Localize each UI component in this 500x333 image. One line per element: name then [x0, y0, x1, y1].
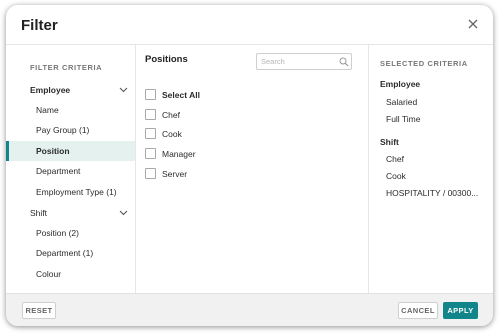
chevron-down-icon	[119, 87, 128, 93]
selected-criteria-heading: SELECTED CRITERIA	[380, 59, 468, 68]
options-panel-title: Positions	[145, 54, 188, 65]
dialog-header: Filter	[6, 5, 493, 45]
criteria-item-shift-position[interactable]: Position (2)	[6, 223, 135, 243]
criteria-item-employment-type[interactable]: Employment Type (1)	[6, 182, 135, 202]
checkbox[interactable]	[145, 128, 156, 139]
criteria-item-position[interactable]: Position	[6, 141, 135, 161]
reset-button[interactable]: RESET	[22, 302, 56, 319]
criteria-item-department[interactable]: Department	[6, 161, 135, 181]
selected-item: Cook	[386, 171, 406, 181]
option-label: Server	[162, 169, 188, 179]
criteria-item-name[interactable]: Name	[6, 100, 135, 120]
filter-dialog: Filter FILTER CRITERIA Employee Name Pay…	[6, 5, 493, 326]
apply-button[interactable]: APPLY	[443, 302, 478, 319]
selected-criteria-panel: SELECTED CRITERIA Employee Salaried Full…	[368, 45, 493, 293]
dialog-title: Filter	[21, 17, 58, 34]
filter-criteria-heading: FILTER CRITERIA	[30, 63, 103, 72]
selected-item: Chef	[386, 154, 404, 164]
option-label: Chef	[162, 110, 180, 120]
chevron-down-icon	[119, 210, 128, 216]
option-label: Select All	[162, 90, 200, 100]
checkbox[interactable]	[145, 89, 156, 100]
selected-group-shift: Shift	[380, 137, 399, 147]
criteria-group-label: Shift	[30, 208, 48, 218]
search-icon[interactable]	[339, 57, 349, 67]
checkbox[interactable]	[145, 168, 156, 179]
option-label: Manager	[162, 149, 196, 159]
selected-item: Salaried	[386, 97, 418, 107]
options-panel: Positions Select All Chef Cook Manager S…	[137, 45, 368, 293]
criteria-group-label: Employee	[30, 85, 71, 95]
selected-item: HOSPITALITY / 00300...	[386, 188, 479, 198]
checkbox[interactable]	[145, 148, 156, 159]
cancel-button[interactable]: CANCEL	[398, 302, 438, 319]
selected-item: Full Time	[386, 114, 421, 124]
option-label: Cook	[162, 129, 182, 139]
criteria-item-shift-department[interactable]: Department (1)	[6, 243, 135, 263]
dialog-footer: RESET CANCEL APPLY	[6, 293, 493, 326]
criteria-item-pay-group[interactable]: Pay Group (1)	[6, 120, 135, 140]
selected-group-employee: Employee	[380, 79, 421, 89]
criteria-group-employee[interactable]: Employee	[6, 80, 135, 100]
filter-criteria-panel: FILTER CRITERIA Employee Name Pay Group …	[6, 45, 136, 293]
criteria-item-colour[interactable]: Colour	[6, 264, 135, 284]
checkbox[interactable]	[145, 109, 156, 120]
search-input[interactable]	[256, 53, 352, 70]
close-icon[interactable]	[467, 18, 479, 30]
criteria-group-shift[interactable]: Shift	[6, 203, 135, 223]
